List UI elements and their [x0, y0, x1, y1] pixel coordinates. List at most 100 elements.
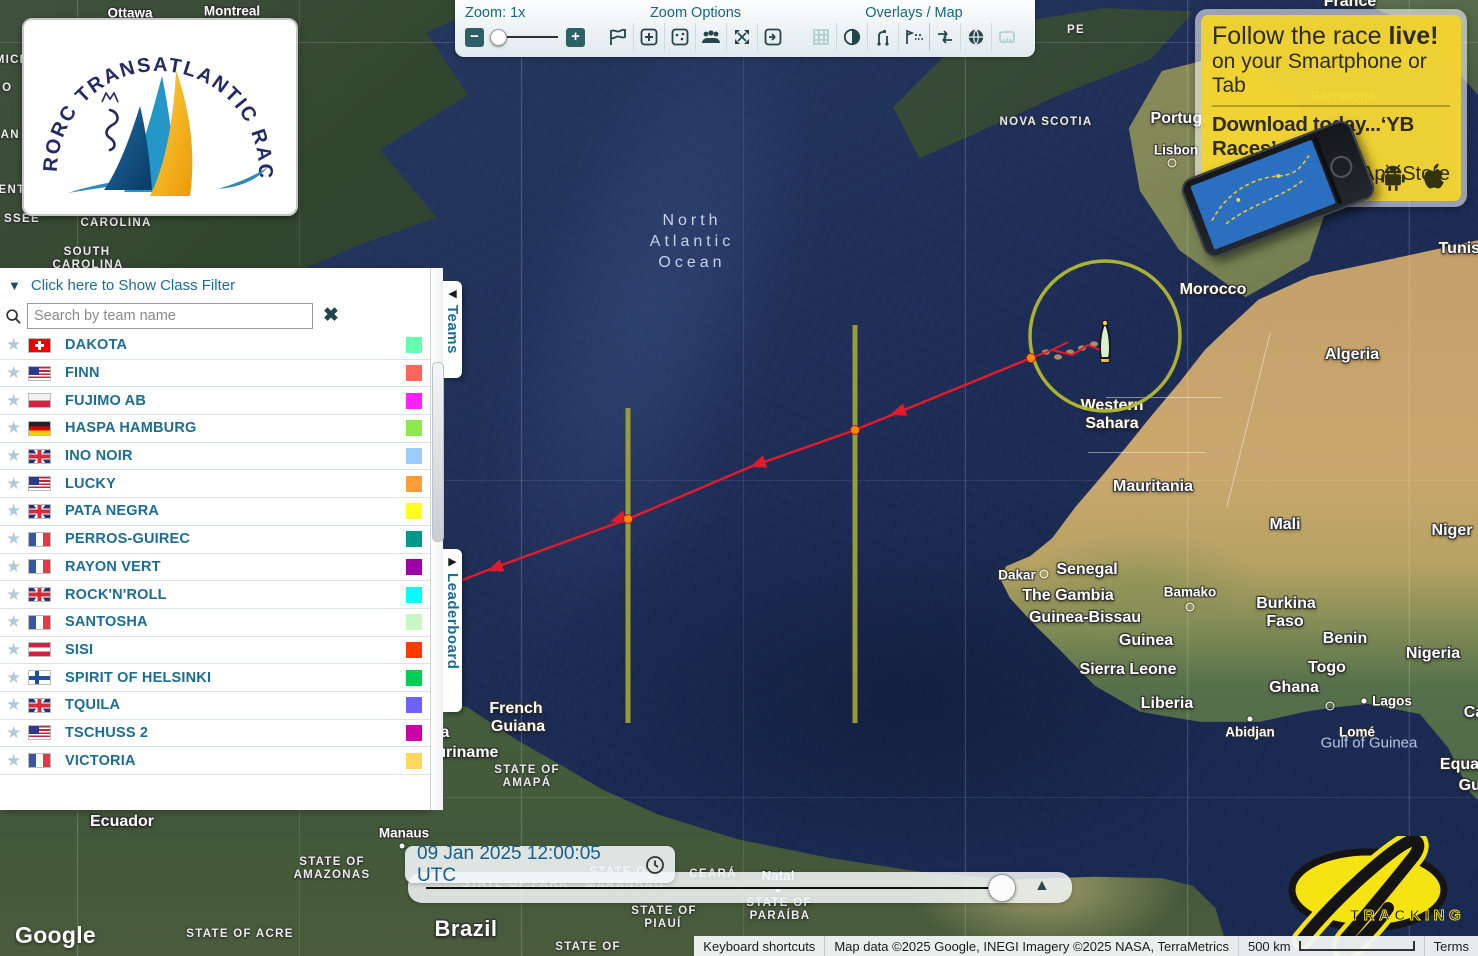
team-flag-icon	[28, 587, 51, 602]
timestamp: 09 Jan 2025 12:00:05 UTC	[405, 843, 645, 887]
banner-line2: on your Smartphone or Tab	[1212, 50, 1450, 98]
country-border	[1088, 452, 1206, 453]
scale-segment: 500 km	[1238, 936, 1424, 956]
terms-link[interactable]: Terms	[1424, 936, 1478, 956]
clear-search-icon[interactable]: ✖	[323, 306, 339, 326]
team-row[interactable]: ★ DAKOTA	[0, 332, 430, 360]
team-color-swatch	[406, 448, 422, 464]
team-name: DAKOTA	[65, 337, 406, 353]
team-color-swatch	[406, 614, 422, 630]
banner-divider	[1212, 105, 1450, 107]
team-name: INO NOIR	[65, 448, 406, 464]
team-row[interactable]: ★ SANTOSHA	[0, 609, 430, 637]
class-filter-toggle[interactable]: ▼ Click here to Show Class Filter	[0, 268, 430, 300]
search-icon	[5, 308, 22, 325]
team-row[interactable]: ★ FINN	[0, 360, 430, 388]
team-row[interactable]: ★ SPIRIT OF HELSINKI	[0, 664, 430, 692]
team-color-swatch	[406, 337, 422, 353]
clock-icon[interactable]	[645, 855, 665, 875]
team-name: SPIRIT OF HELSINKI	[65, 670, 406, 686]
team-flag-icon	[28, 642, 51, 657]
scrollbar-thumb[interactable]	[432, 362, 444, 542]
team-row[interactable]: ★ HASPA HAMBURG	[0, 415, 430, 443]
favorite-star-icon[interactable]: ★	[6, 557, 28, 577]
favorite-star-icon[interactable]: ★	[6, 612, 28, 632]
promo-banner[interactable]: Follow the race live! on your Smartphone…	[1195, 9, 1467, 207]
team-row[interactable]: ★ RAYON VERT	[0, 554, 430, 582]
keyboard-shortcuts-link[interactable]: Keyboard shortcuts	[694, 936, 824, 956]
race-logo-card[interactable]: RORC TRANSATLANTIC RACE	[22, 18, 298, 216]
team-color-swatch	[406, 642, 422, 658]
team-flag-icon	[28, 338, 51, 353]
contrast-icon[interactable]	[836, 23, 867, 51]
zoom-plus-icon[interactable]	[633, 23, 664, 51]
zoom-slider-knob[interactable]	[490, 29, 507, 46]
tab-teams[interactable]: ◀ Teams	[443, 281, 462, 378]
favorite-star-icon[interactable]: ★	[6, 391, 28, 411]
team-row[interactable]: ★ PATA NEGRA	[0, 498, 430, 526]
team-row[interactable]: ★ TSCHUSS 2	[0, 720, 430, 748]
team-row[interactable]: ★ LUCKY	[0, 470, 430, 498]
favorite-star-icon[interactable]: ★	[6, 640, 28, 660]
favorite-star-icon[interactable]: ★	[6, 585, 28, 605]
tab-leaderboard[interactable]: ▶ Leaderboard	[443, 549, 462, 712]
zoom-slider[interactable]	[492, 36, 558, 38]
measure-icon[interactable]	[991, 23, 1022, 51]
marker-flags-icon[interactable]	[898, 23, 929, 51]
team-color-swatch	[406, 365, 422, 381]
shuffle-icon[interactable]	[929, 23, 960, 51]
globe-icon[interactable]	[960, 23, 991, 51]
race-flags-icon[interactable]	[603, 23, 633, 51]
team-flag-icon	[28, 449, 51, 464]
grid-icon[interactable]	[806, 23, 836, 51]
team-row[interactable]: ★ SISI	[0, 637, 430, 665]
team-row[interactable]: ★ FUJIMO AB	[0, 387, 430, 415]
google-logo[interactable]: Google	[15, 922, 96, 949]
team-row[interactable]: ★ ROCK'N'ROLL	[0, 581, 430, 609]
team-color-swatch	[406, 531, 422, 547]
route-fork-icon[interactable]	[867, 23, 898, 51]
team-list-scrollbar[interactable]	[430, 268, 443, 810]
favorite-star-icon[interactable]: ★	[6, 668, 28, 688]
favorite-star-icon[interactable]: ★	[6, 418, 28, 438]
favorite-star-icon[interactable]: ★	[6, 363, 28, 383]
apple-icon	[1417, 159, 1447, 193]
team-row[interactable]: ★ TQUILA	[0, 692, 430, 720]
time-slider-knob[interactable]	[988, 874, 1016, 902]
zoom-options-label: Zoom Options	[603, 3, 788, 23]
overlays-label: Overlays / Map	[806, 3, 1022, 23]
favorite-star-icon[interactable]: ★	[6, 446, 28, 466]
zoom-group: Zoom: 1x − +	[455, 0, 593, 57]
favorite-star-icon[interactable]: ★	[6, 335, 28, 355]
team-row[interactable]: ★ VICTORIA	[0, 747, 430, 775]
zoom-out-button[interactable]: −	[465, 28, 484, 47]
favorite-star-icon[interactable]: ★	[6, 751, 28, 771]
chevron-down-icon: ▼	[8, 278, 21, 293]
team-row[interactable]: ★ PERROS-GUIREC	[0, 526, 430, 554]
zoom-in-button[interactable]: +	[566, 28, 585, 47]
team-name: VICTORIA	[65, 753, 406, 769]
zoom-tracks-icon[interactable]	[664, 23, 695, 51]
favorite-star-icon[interactable]: ★	[6, 695, 28, 715]
team-name: PATA NEGRA	[65, 503, 406, 519]
team-name: FINN	[65, 365, 406, 381]
tab-teams-label: Teams	[444, 305, 461, 354]
team-color-swatch	[406, 697, 422, 713]
team-flag-icon	[28, 532, 51, 547]
team-flag-icon	[28, 615, 51, 630]
team-list: ★ DAKOTA ★ FINN ★ FUJIMO AB ★ HASPA HAMB…	[0, 332, 430, 775]
favorite-star-icon[interactable]: ★	[6, 723, 28, 743]
team-flag-icon	[28, 421, 51, 436]
favorite-star-icon[interactable]: ★	[6, 529, 28, 549]
race-tracker-app: OttawaMontrealPENOVA SCOTIAMICHIOIANENTS…	[0, 0, 1478, 956]
team-color-swatch	[406, 753, 422, 769]
team-search-input[interactable]	[27, 303, 313, 329]
expand-icon[interactable]	[726, 23, 757, 51]
favorite-star-icon[interactable]: ★	[6, 501, 28, 521]
favorite-star-icon[interactable]: ★	[6, 474, 28, 494]
playback-button[interactable]: ▲	[1034, 877, 1050, 895]
pan-icon[interactable]	[757, 23, 788, 51]
team-name: SANTOSHA	[65, 614, 406, 630]
team-row[interactable]: ★ INO NOIR	[0, 443, 430, 471]
fleet-icon[interactable]	[695, 23, 726, 51]
